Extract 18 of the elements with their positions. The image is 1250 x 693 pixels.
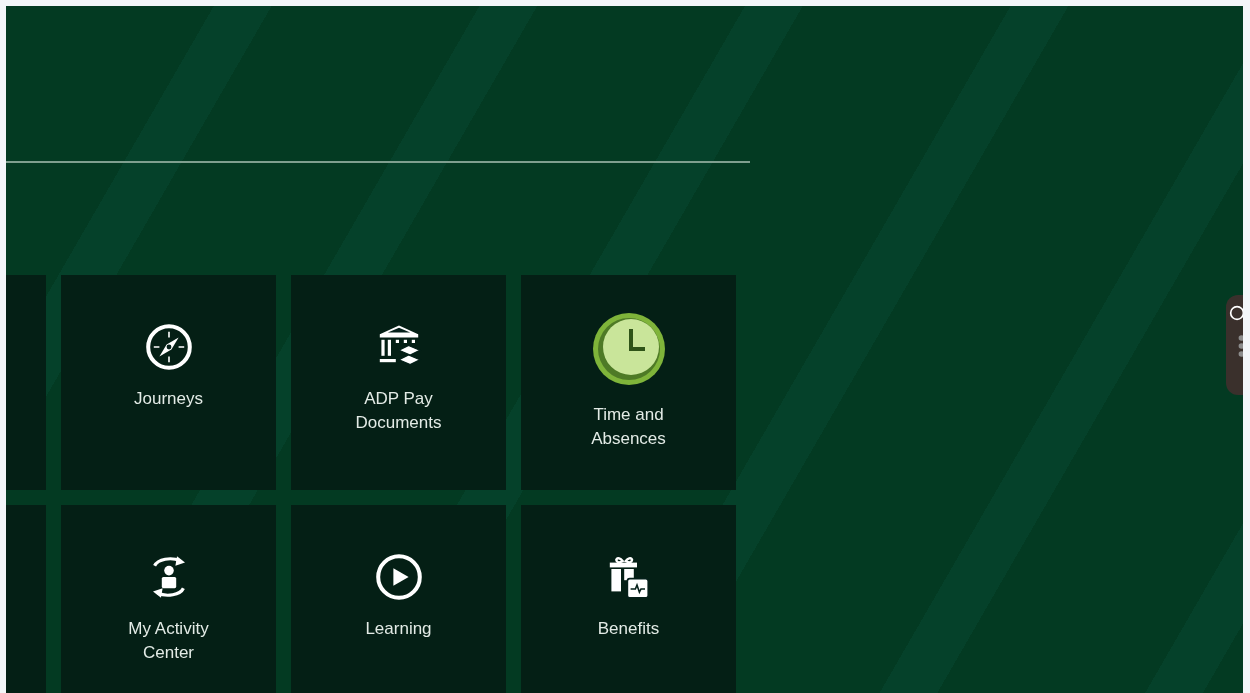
compass-icon (144, 323, 193, 371)
tile-label: Time and Absences (590, 404, 667, 450)
tile-label: Learning (364, 618, 433, 640)
tile[interactable] (6, 505, 46, 693)
tile[interactable]: Learning (291, 505, 506, 693)
tile[interactable] (6, 275, 46, 490)
tile[interactable]: Journeys (61, 275, 276, 490)
tile-label: Benefits (596, 618, 661, 640)
clock-icon (590, 311, 667, 387)
tile-label: My Activity Center (127, 618, 210, 664)
play-icon (374, 553, 423, 601)
side-panel[interactable] (1226, 295, 1243, 395)
tile[interactable]: My Activity Center (61, 505, 276, 693)
tile[interactable]: Time and Absences (521, 275, 736, 490)
tile[interactable]: Benefits (521, 505, 736, 693)
tile-label: ADP Pay Documents (354, 388, 443, 434)
tile[interactable]: ADP Pay Documents (291, 275, 506, 490)
tile-label: Journeys (133, 388, 204, 410)
